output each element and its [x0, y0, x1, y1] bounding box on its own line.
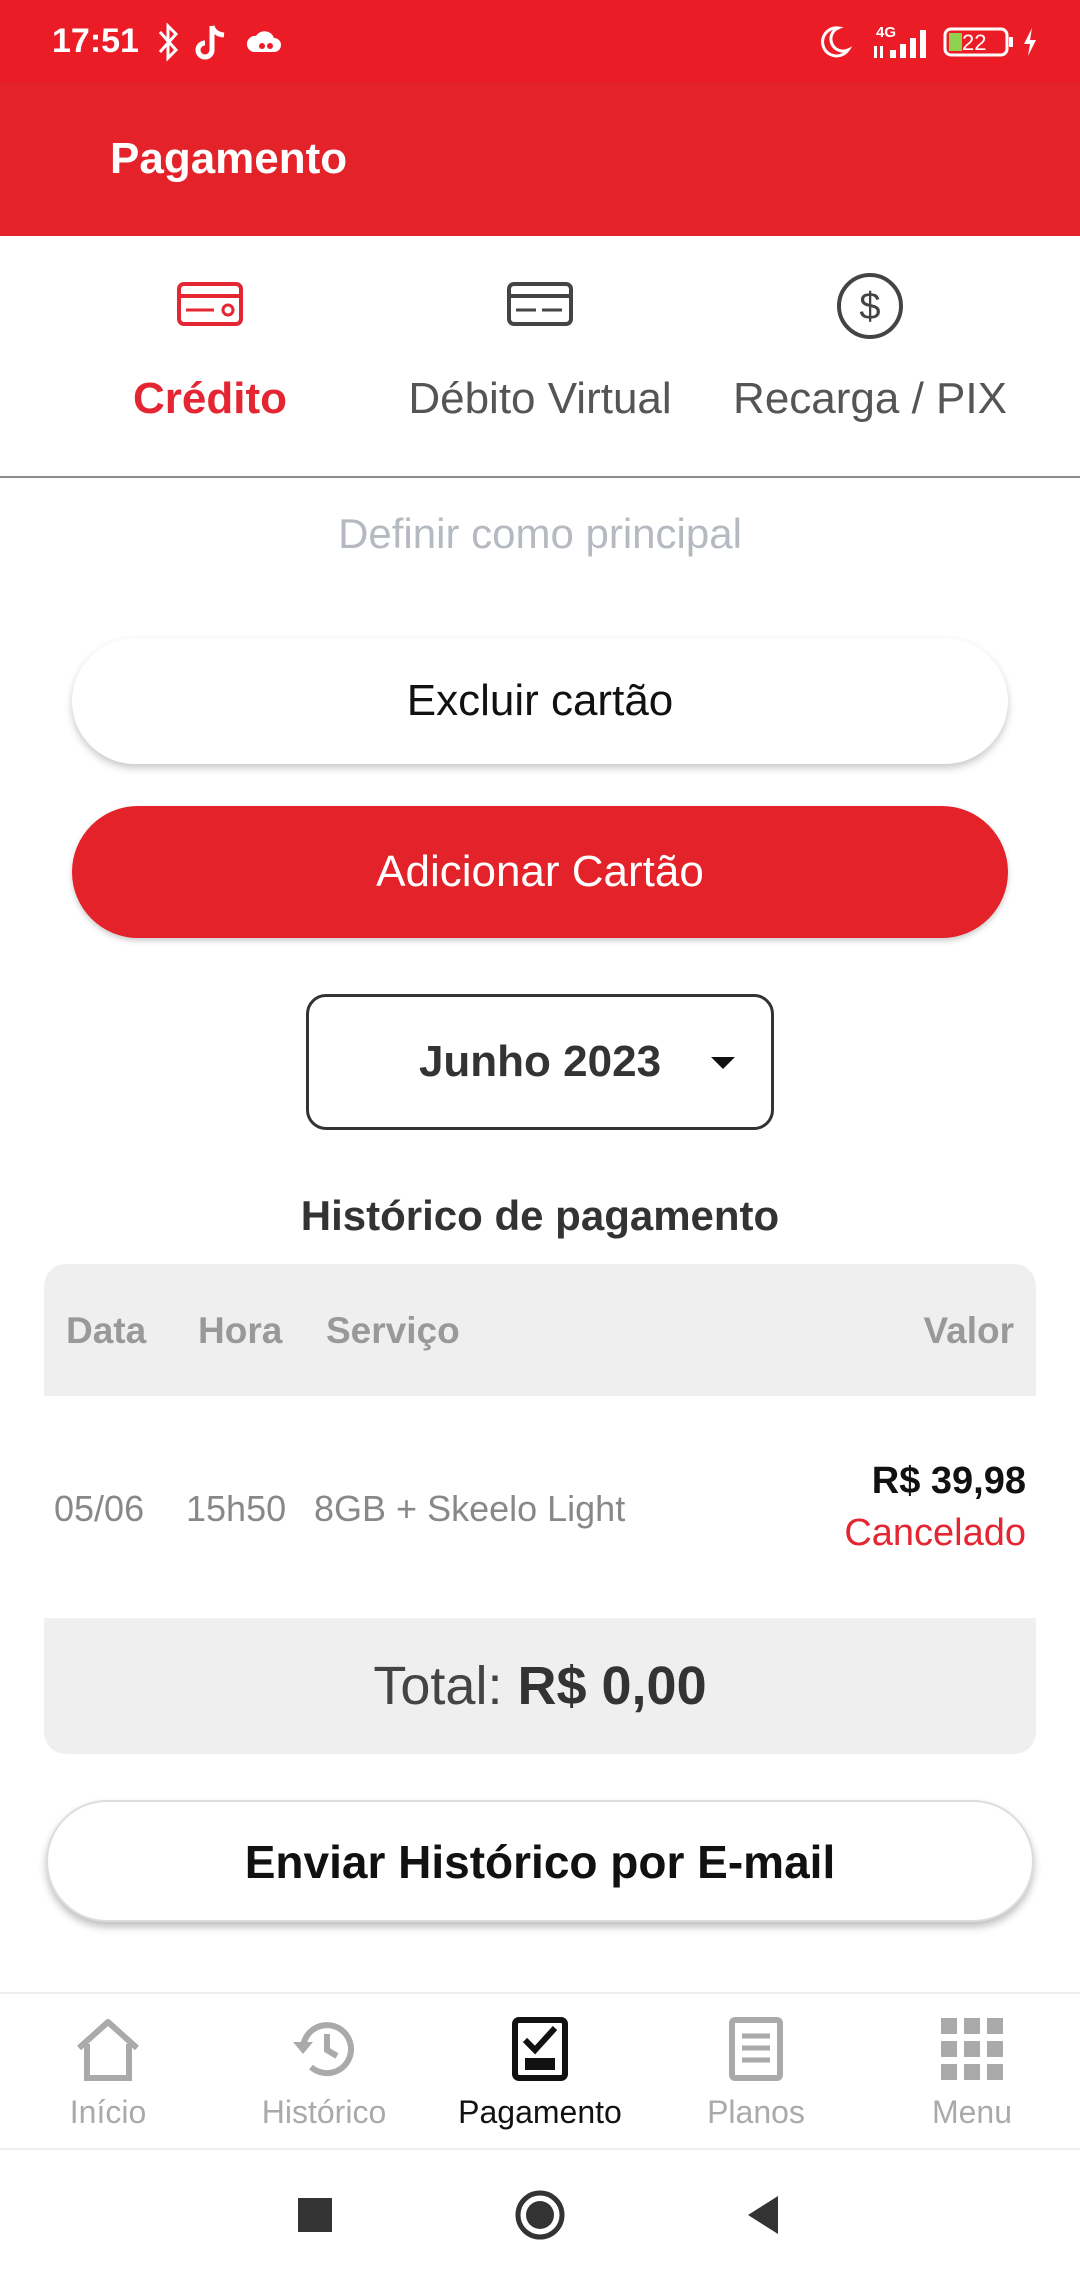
tab-debito-virtual[interactable]: Débito Virtual [370, 236, 710, 476]
payment-icon [512, 2017, 568, 2081]
payment-method-tabs: Crédito Débito Virtual $ Recarga / PIX [0, 236, 1080, 478]
nav-item-menu[interactable]: Menu [864, 1994, 1080, 2152]
column-header-date: Data [66, 1310, 147, 1351]
dollar-circle-icon: $ [837, 273, 903, 339]
nav-item-pagamento[interactable]: Pagamento [432, 1994, 648, 2152]
nav-label: Pagamento [458, 2094, 622, 2130]
total-box: Total: R$ 0,00 [44, 1618, 1036, 1754]
send-history-email-button[interactable]: Enviar Histórico por E-mail [46, 1800, 1034, 1922]
tab-label: Crédito [133, 374, 287, 423]
app-bar: Pagamento [0, 82, 1080, 236]
page-title: Pagamento [110, 134, 348, 183]
battery-level-label: 22 [962, 30, 987, 55]
row-value: R$ 39,98 [871, 1460, 1026, 1502]
tab-label: Débito Virtual [408, 374, 672, 423]
nav-label: Menu [931, 2094, 1013, 2130]
bluetooth-icon [158, 22, 179, 62]
back-icon[interactable] [740, 2150, 790, 2280]
column-header-time: Hora [198, 1310, 283, 1351]
svg-text:$: $ [859, 286, 880, 328]
table-row: 05/06 15h50 8GB + Skeelo Light R$ 39,98 … [44, 1396, 1036, 1618]
row-service: 8GB + Skeelo Light [314, 1488, 626, 1529]
plans-icon [729, 2017, 783, 2081]
total-value: R$ 0,00 [517, 1656, 707, 1716]
bottom-nav: Início Histórico Pagamento Planos Menu [0, 1992, 1080, 2150]
tab-label: Recarga / PIX [733, 374, 1007, 423]
nav-label: Planos [707, 2094, 805, 2130]
nav-item-historico[interactable]: Histórico [216, 1994, 432, 2152]
chevron-down-icon [711, 1057, 735, 1069]
system-nav-bar [0, 2150, 1080, 2280]
add-card-button[interactable]: Adicionar Cartão [72, 806, 1008, 938]
menu-grid-icon [941, 2018, 1003, 2080]
home-button-icon[interactable] [510, 2150, 570, 2280]
history-title: Histórico de pagamento [300, 1192, 780, 1239]
nav-item-planos[interactable]: Planos [648, 1994, 864, 2152]
delete-card-button[interactable]: Excluir cartão [72, 638, 1008, 764]
nav-label: Início [69, 2094, 147, 2130]
credit-card-icon [177, 282, 243, 326]
tab-recarga-pix[interactable]: $ Recarga / PIX [700, 236, 1040, 476]
status-bar: 17:51 4G 22 [0, 0, 1080, 82]
recent-apps-icon[interactable] [290, 2150, 340, 2280]
set-primary-link[interactable]: Definir como principal [0, 510, 1080, 558]
total-label: Total: [373, 1656, 503, 1716]
home-icon [76, 2019, 140, 2081]
row-date: 05/06 [54, 1488, 145, 1529]
row-status: Cancelado [844, 1512, 1026, 1554]
nav-label: Histórico [261, 2094, 387, 2130]
cloud-icon [246, 31, 281, 52]
moon-icon [821, 26, 852, 58]
history-icon [293, 2022, 354, 2077]
debit-card-icon [507, 282, 573, 326]
column-header-service: Serviço [326, 1310, 460, 1351]
history-table-header: Data Hora Serviço Valor [44, 1264, 1036, 1396]
column-header-value: Valor [923, 1310, 1015, 1351]
nav-item-inicio[interactable]: Início [0, 1994, 216, 2152]
status-time: 17:51 [52, 22, 139, 60]
charging-icon [1024, 28, 1036, 56]
row-time: 15h50 [186, 1488, 287, 1529]
month-select[interactable]: Junho 2023 [306, 994, 774, 1130]
tiktok-icon [195, 25, 225, 60]
tab-credito[interactable]: Crédito [40, 236, 380, 476]
month-select-value: Junho 2023 [418, 1037, 662, 1086]
signal-icon [874, 30, 926, 58]
